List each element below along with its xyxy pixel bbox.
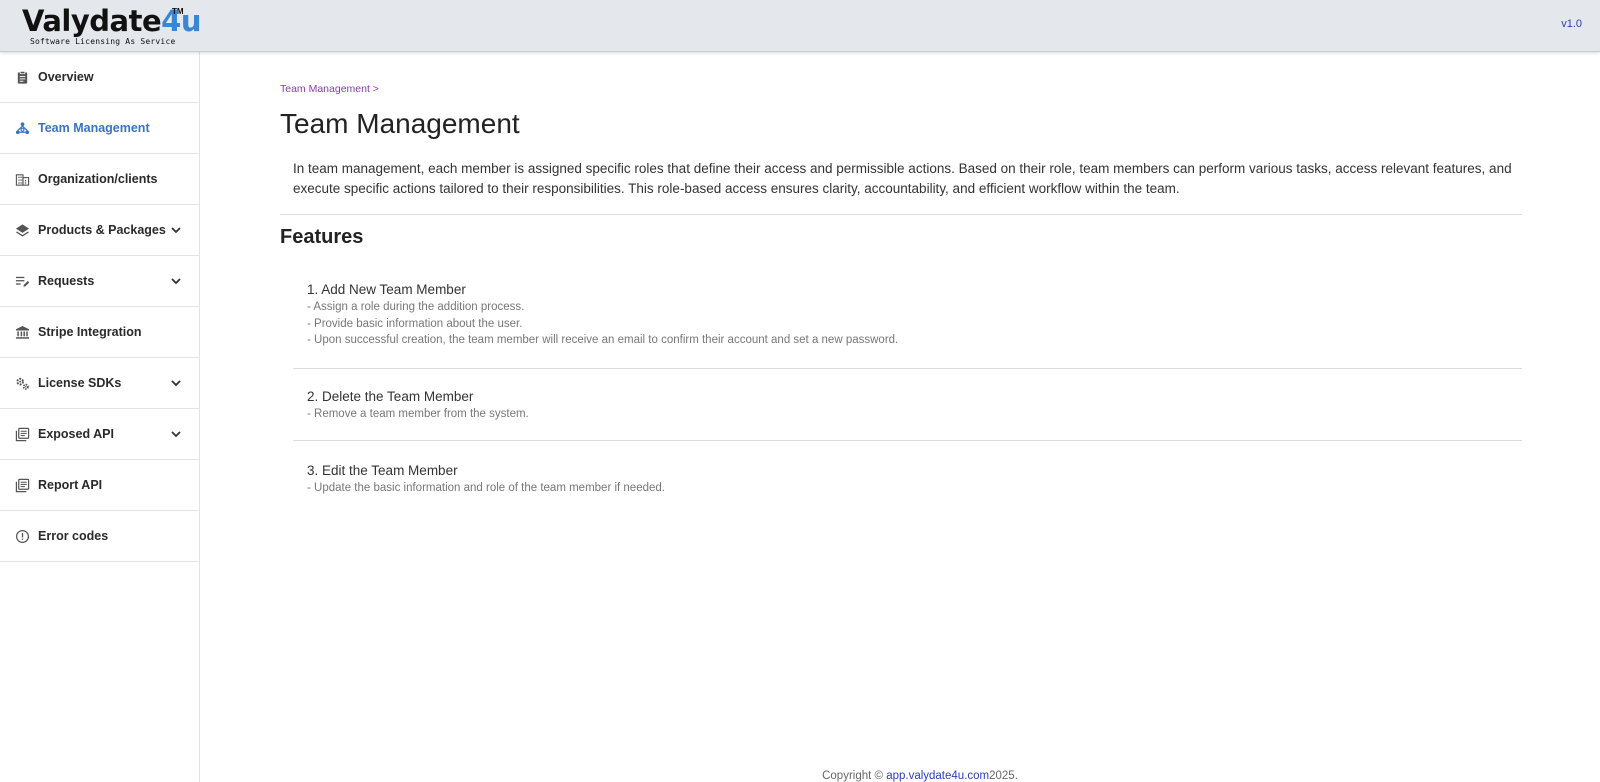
version-label: v1.0	[1561, 18, 1582, 30]
sidebar-item-label: Error codes	[38, 529, 109, 543]
feature-detail: - Provide basic information about the us…	[307, 317, 523, 330]
library-books-icon	[14, 426, 30, 442]
top-bar: Valydate4u TM Software Licensing As Serv…	[0, 0, 1600, 52]
feature-detail: - Assign a role during the addition proc…	[307, 301, 525, 313]
feature-add-member: 1. Add New Team Member - Assign a role d…	[293, 281, 1522, 369]
library-books-icon	[14, 477, 30, 493]
feature-edit-member: 3. Edit the Team Member - Update the bas…	[293, 462, 1522, 502]
sidebar-item-error-codes[interactable]: Error codes	[0, 511, 199, 562]
building-icon	[14, 171, 30, 187]
feature-title: 3. Edit the Team Member	[307, 463, 458, 478]
sidebar-item-products-packages[interactable]: Products & Packages	[0, 205, 199, 256]
sidebar: Overview Team Management Organization/cl…	[0, 52, 200, 782]
logo-tagline: Software Licensing As Service	[30, 37, 176, 46]
divider	[280, 214, 1522, 215]
logo[interactable]: Valydate4u TM Software Licensing As Serv…	[22, 4, 201, 48]
sidebar-item-overview[interactable]: Overview	[0, 52, 199, 103]
feature-delete-member: 2. Delete the Team Member - Remove a tea…	[293, 388, 1522, 441]
layers-icon	[14, 222, 30, 238]
feature-detail: - Remove a team member from the system.	[307, 408, 529, 420]
sidebar-item-organization-clients[interactable]: Organization/clients	[0, 154, 199, 205]
chevron-down-icon[interactable]	[169, 376, 183, 390]
main-content: Team Management > Team Management In tea…	[200, 52, 1600, 782]
features-heading: Features	[280, 226, 364, 248]
sidebar-item-label: Team Management	[38, 121, 150, 135]
feature-detail: - Upon successful creation, the team mem…	[307, 334, 899, 346]
chevron-down-icon[interactable]	[169, 223, 183, 237]
sidebar-item-label: Products & Packages	[38, 223, 166, 237]
sidebar-item-stripe-integration[interactable]: Stripe Integration	[0, 307, 199, 358]
logo-prefix: Valydate	[22, 4, 162, 38]
clipboard-icon	[14, 69, 30, 85]
bank-icon	[14, 324, 30, 340]
sidebar-item-license-sdks[interactable]: License SDKs	[0, 358, 199, 409]
logo-trademark: TM	[172, 7, 184, 16]
sidebar-item-label: Requests	[38, 274, 95, 288]
feature-title: 1. Add New Team Member	[307, 282, 466, 297]
team-icon	[14, 120, 30, 136]
copyright-year: 2025.	[989, 770, 1018, 782]
sidebar-item-exposed-api[interactable]: Exposed API	[0, 409, 199, 460]
error-circle-icon	[14, 528, 30, 544]
sidebar-item-label: Overview	[38, 70, 94, 84]
page-title: Team Management	[280, 108, 520, 139]
chevron-down-icon[interactable]	[169, 274, 183, 288]
copyright-prefix: Copyright ©	[822, 770, 887, 782]
breadcrumb[interactable]: Team Management >	[280, 83, 379, 95]
gears-icon	[14, 375, 30, 391]
intro-text: In team management, each member is assig…	[293, 161, 1512, 196]
sidebar-item-report-api[interactable]: Report API	[0, 460, 199, 511]
sidebar-item-label: License SDKs	[38, 376, 122, 390]
feature-title: 2. Delete the Team Member	[307, 389, 474, 404]
footer: Copyright © app.valydate4u.com2025.	[200, 770, 1600, 782]
sidebar-item-requests[interactable]: Requests	[0, 256, 199, 307]
chevron-down-icon[interactable]	[169, 427, 183, 441]
sidebar-item-team-management[interactable]: Team Management	[0, 103, 199, 154]
sidebar-item-label: Report API	[38, 478, 103, 492]
edit-list-icon	[14, 273, 30, 289]
footer-link[interactable]: app.valydate4u.com	[886, 770, 989, 782]
sidebar-item-label: Exposed API	[38, 427, 114, 441]
sidebar-item-label: Stripe Integration	[38, 325, 142, 339]
feature-detail: - Update the basic information and role …	[307, 482, 665, 494]
sidebar-item-label: Organization/clients	[38, 172, 158, 186]
